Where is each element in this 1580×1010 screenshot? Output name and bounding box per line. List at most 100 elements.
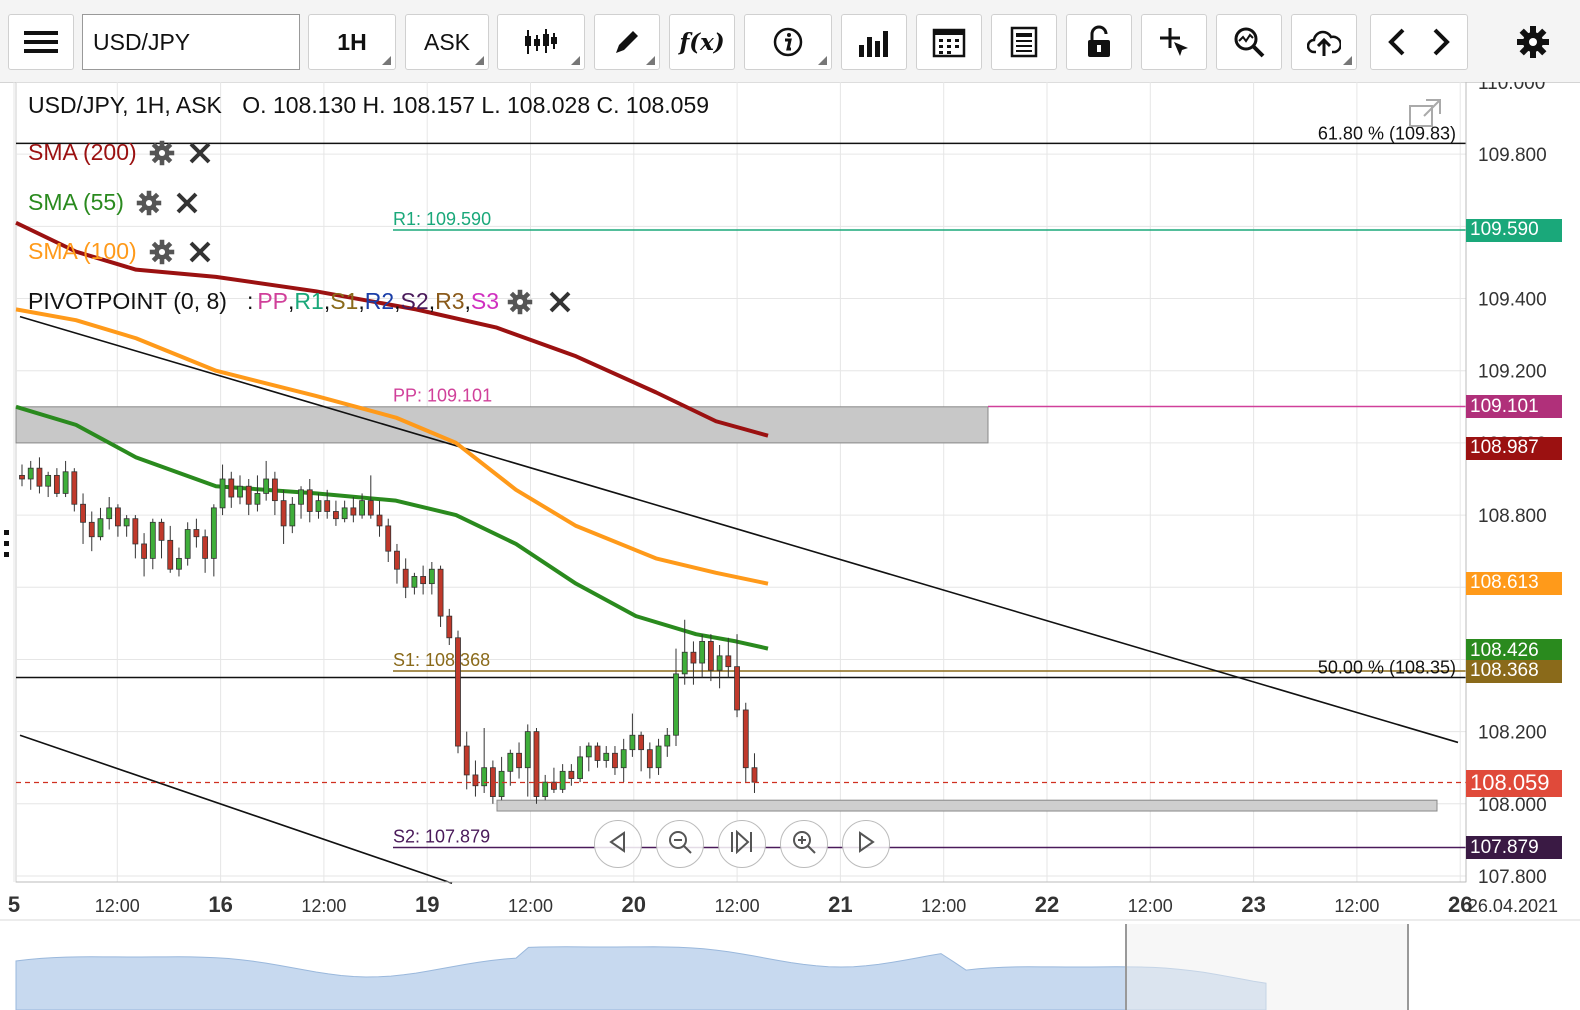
indicator-label: SMA (200) xyxy=(28,139,137,165)
settings-button[interactable] xyxy=(1500,14,1566,70)
legend-close: C. 108.059 xyxy=(596,92,710,118)
triangle-left-icon xyxy=(607,830,629,858)
upload-button[interactable] xyxy=(1291,14,1357,70)
x-tick-label: 12:00 xyxy=(1128,896,1173,916)
zoom-in-button[interactable] xyxy=(780,820,828,868)
triangle-right-icon xyxy=(855,830,877,858)
info-icon xyxy=(773,27,803,57)
timeframe-label: 1H xyxy=(337,28,367,55)
gear-icon[interactable] xyxy=(136,190,162,216)
candle-body xyxy=(106,507,113,520)
menu-button[interactable] xyxy=(8,14,74,70)
y-tick-label: 108.800 xyxy=(1478,506,1547,527)
candle-body xyxy=(306,489,313,512)
candle-body xyxy=(176,557,182,570)
candle-body xyxy=(245,485,252,505)
candle-body xyxy=(45,474,52,487)
gear-icon[interactable] xyxy=(507,289,533,315)
navigator-area xyxy=(15,946,1267,1010)
ohlc-legend: USD/JPY, 1H, ASK O. 108.130 H. 108.157 L… xyxy=(28,92,710,118)
scroll-nav-group xyxy=(1370,14,1468,70)
candle-body xyxy=(394,550,400,570)
legend-high: H. 108.157 xyxy=(362,92,476,118)
axis-price-label: 109.590 xyxy=(1466,218,1562,242)
zoom-out-button[interactable] xyxy=(656,820,704,868)
y-tick-label: 109.800 xyxy=(1478,145,1547,166)
chart-type-button[interactable] xyxy=(497,14,585,70)
timeframe-button[interactable]: 1H xyxy=(308,14,396,70)
candle-body xyxy=(36,467,43,487)
candle-body xyxy=(219,478,226,509)
candle-body xyxy=(228,478,235,498)
candle-body xyxy=(376,514,383,527)
scroll-left-button[interactable] xyxy=(594,820,642,868)
info-button[interactable] xyxy=(744,14,832,70)
candle-body xyxy=(603,752,610,761)
crosshair-button[interactable] xyxy=(1141,14,1207,70)
candle-body xyxy=(115,507,121,527)
candle-body xyxy=(516,752,522,769)
reset-view-button[interactable] xyxy=(718,820,766,868)
y-tick-label: 110.000 xyxy=(1478,82,1545,94)
price-side-label: ASK xyxy=(423,28,471,55)
pivot-label: S2: 107.879 xyxy=(393,826,490,846)
close-icon[interactable] xyxy=(174,190,200,216)
zone-rect xyxy=(15,406,989,444)
chevron-right-icon[interactable] xyxy=(1432,28,1450,56)
candle-body xyxy=(585,745,592,758)
bar-chart-icon xyxy=(857,27,891,57)
trend-lines xyxy=(19,315,1459,884)
candle-body xyxy=(673,673,679,736)
trend-line xyxy=(19,734,453,884)
navigator-window xyxy=(1126,924,1408,1010)
gear-icon[interactable] xyxy=(149,239,175,265)
candle-body xyxy=(167,539,174,570)
skip-end-icon xyxy=(729,829,755,859)
y-tick-label: 107.800 xyxy=(1478,867,1547,888)
calendar-button[interactable] xyxy=(916,14,982,70)
pivot-r1: R1 xyxy=(294,288,324,314)
candle-body xyxy=(559,770,566,790)
zoom-button[interactable] xyxy=(1216,14,1282,70)
candle-body xyxy=(385,525,392,552)
expand-icon[interactable] xyxy=(1408,98,1442,128)
chevron-left-icon[interactable] xyxy=(1388,28,1406,56)
price-side-button[interactable]: ASK xyxy=(405,14,489,70)
indicators-button[interactable]: f(x) xyxy=(669,14,735,70)
news-button[interactable] xyxy=(991,14,1057,70)
legend-side: ASK xyxy=(175,92,222,118)
pivot-r3: R3 xyxy=(435,288,465,314)
pivot-s3: S3 xyxy=(470,288,500,314)
draw-button[interactable] xyxy=(594,14,660,70)
symbol-input[interactable] xyxy=(82,14,300,70)
close-icon[interactable] xyxy=(187,140,213,166)
pivot-label: PP: 109.101 xyxy=(393,385,492,405)
drag-handle[interactable] xyxy=(2,528,12,560)
x-tick-label: 16 xyxy=(208,892,232,917)
candle-body xyxy=(280,500,287,527)
pivot-separator: : xyxy=(246,288,254,314)
close-icon[interactable] xyxy=(547,289,573,315)
candle-body xyxy=(568,770,575,779)
y-tick-label: 109.400 xyxy=(1478,290,1547,311)
scroll-right-button[interactable] xyxy=(842,820,890,868)
news-icon xyxy=(1009,26,1039,58)
axis-price-label: 108.613 xyxy=(1466,571,1562,595)
price-chart[interactable]: R1: 109.590 PP: 109.101 S1: 108.368 S2: 107… xyxy=(0,82,1580,1010)
lock-button[interactable] xyxy=(1066,14,1132,70)
unlock-icon xyxy=(1084,25,1114,59)
pivot-s1: S1 xyxy=(330,288,359,314)
volume-button[interactable] xyxy=(841,14,907,70)
candle-body xyxy=(699,640,706,664)
legend-timeframe: 1H xyxy=(134,92,165,118)
navigator[interactable] xyxy=(0,919,1580,1010)
candle-body xyxy=(158,521,165,541)
gear-icon[interactable] xyxy=(149,140,175,166)
candle-body xyxy=(263,478,270,494)
candle-body xyxy=(210,507,217,559)
pencil-icon xyxy=(612,27,642,57)
toolbar: 1H ASK f(x) xyxy=(0,0,1580,83)
candle-body xyxy=(271,478,278,502)
x-tick-label: 12:00 xyxy=(921,896,966,916)
close-icon[interactable] xyxy=(187,239,213,265)
